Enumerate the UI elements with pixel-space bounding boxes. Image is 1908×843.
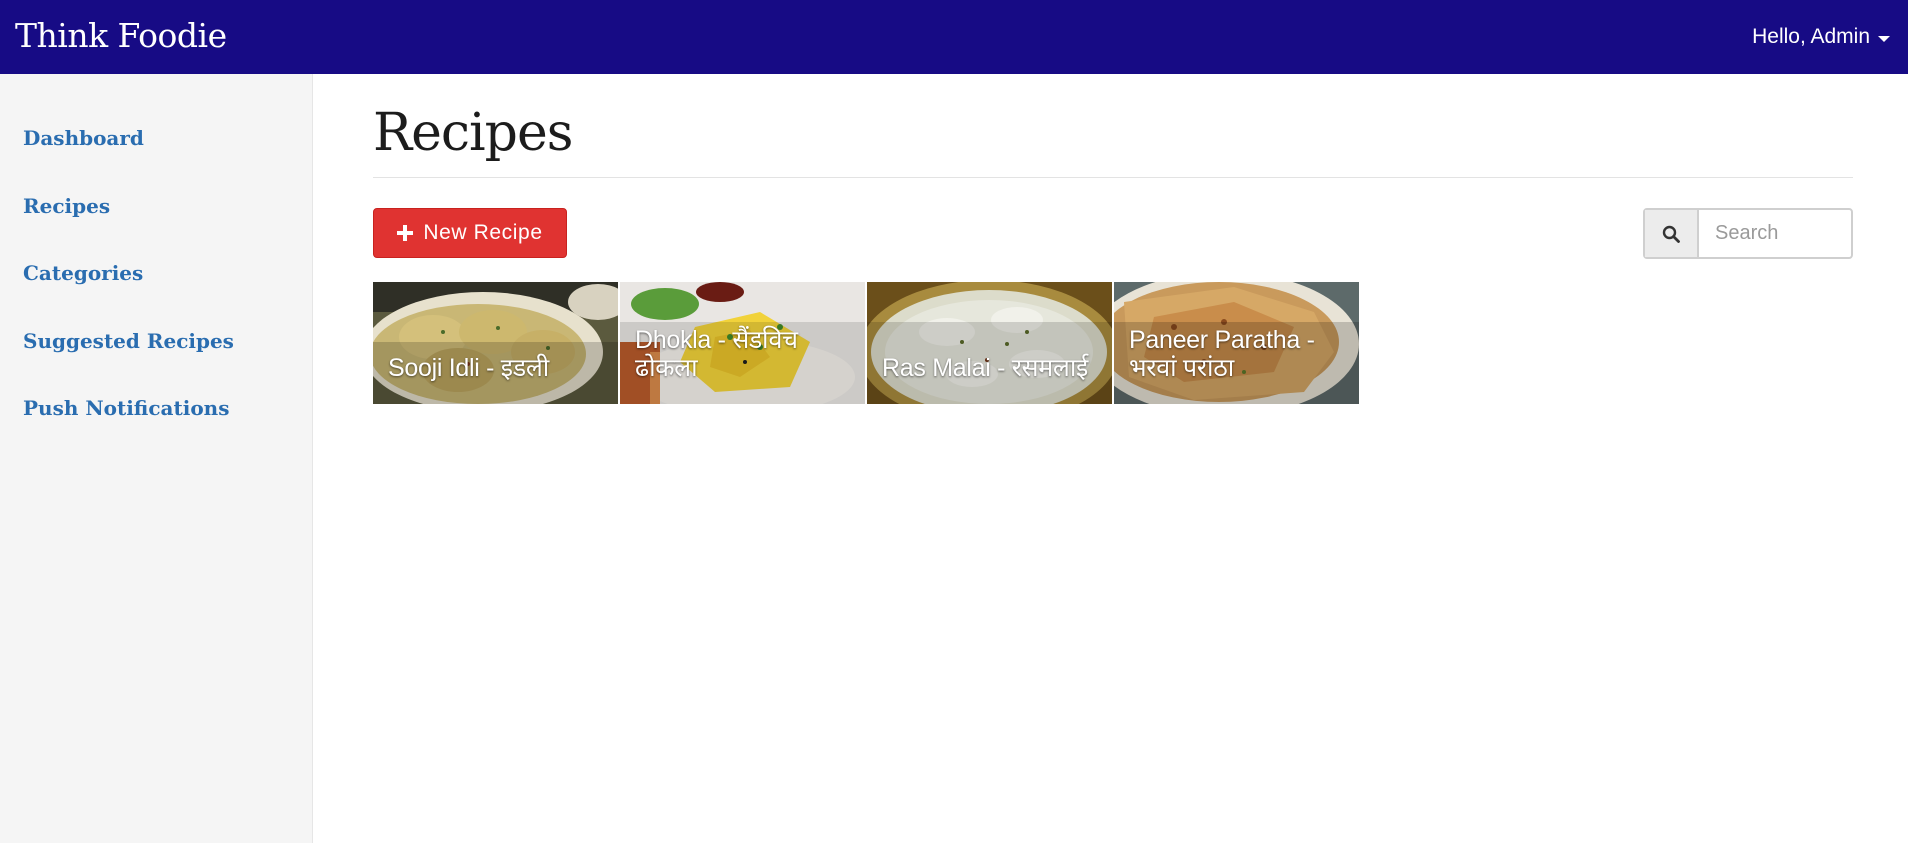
search-button[interactable] [1645, 210, 1699, 257]
caret-down-icon [1878, 35, 1890, 42]
recipe-title: Ras Malai - रसमलाई [882, 354, 1089, 382]
new-recipe-button[interactable]: New Recipe [373, 208, 567, 258]
recipe-card-sooji-idli[interactable]: Sooji Idli - इडली [373, 282, 618, 404]
search-box [1643, 208, 1853, 259]
sidebar-link-suggested-recipes[interactable]: Suggested Recipes [23, 329, 234, 353]
title-divider [373, 177, 1853, 178]
recipe-title: Paneer Paratha - भरवां परांठा [1129, 326, 1315, 382]
recipe-card-dhokla[interactable]: Dhokla - सैंडविच ढोकला [620, 282, 865, 404]
sidebar-item-categories: Categories [0, 261, 312, 329]
recipe-card-ras-malai[interactable]: Ras Malai - रसमलाई [867, 282, 1112, 404]
user-menu-dropdown[interactable]: Hello, Admin [1752, 24, 1890, 50]
sidebar-item-suggested-recipes: Suggested Recipes [0, 329, 312, 397]
search-icon [1662, 225, 1680, 243]
sidebar-link-categories[interactable]: Categories [23, 261, 143, 285]
brand-logo[interactable]: Think Foodie [15, 16, 227, 56]
sidebar: Dashboard Recipes Categories Suggested R… [0, 74, 313, 843]
sidebar-nav: Dashboard Recipes Categories Suggested R… [0, 126, 312, 464]
recipe-title: Sooji Idli - इडली [388, 354, 549, 382]
top-navbar: Think Foodie Hello, Admin [0, 0, 1908, 74]
recipe-grid: Sooji Idli - इडली Dhokla - सैंडविच ढोकला [373, 282, 1359, 404]
recipe-card-paneer-paratha[interactable]: Paneer Paratha - भरवां परांठा [1114, 282, 1359, 404]
search-input[interactable] [1699, 210, 1851, 257]
new-recipe-label: New Recipe [423, 221, 543, 244]
sidebar-item-recipes: Recipes [0, 194, 312, 262]
page-title: Recipes [373, 103, 573, 163]
sidebar-link-recipes[interactable]: Recipes [23, 194, 110, 218]
sidebar-item-push-notifications: Push Notifications [0, 396, 312, 464]
recipe-image-rasmalai [867, 282, 1112, 404]
plus-icon [397, 225, 414, 241]
user-greeting: Hello, Admin [1752, 25, 1870, 48]
sidebar-item-dashboard: Dashboard [0, 126, 312, 194]
recipe-image-idli [373, 282, 618, 404]
recipe-title: Dhokla - सैंडविच ढोकला [635, 326, 798, 382]
sidebar-link-push-notifications[interactable]: Push Notifications [23, 396, 229, 420]
sidebar-link-dashboard[interactable]: Dashboard [23, 126, 144, 150]
